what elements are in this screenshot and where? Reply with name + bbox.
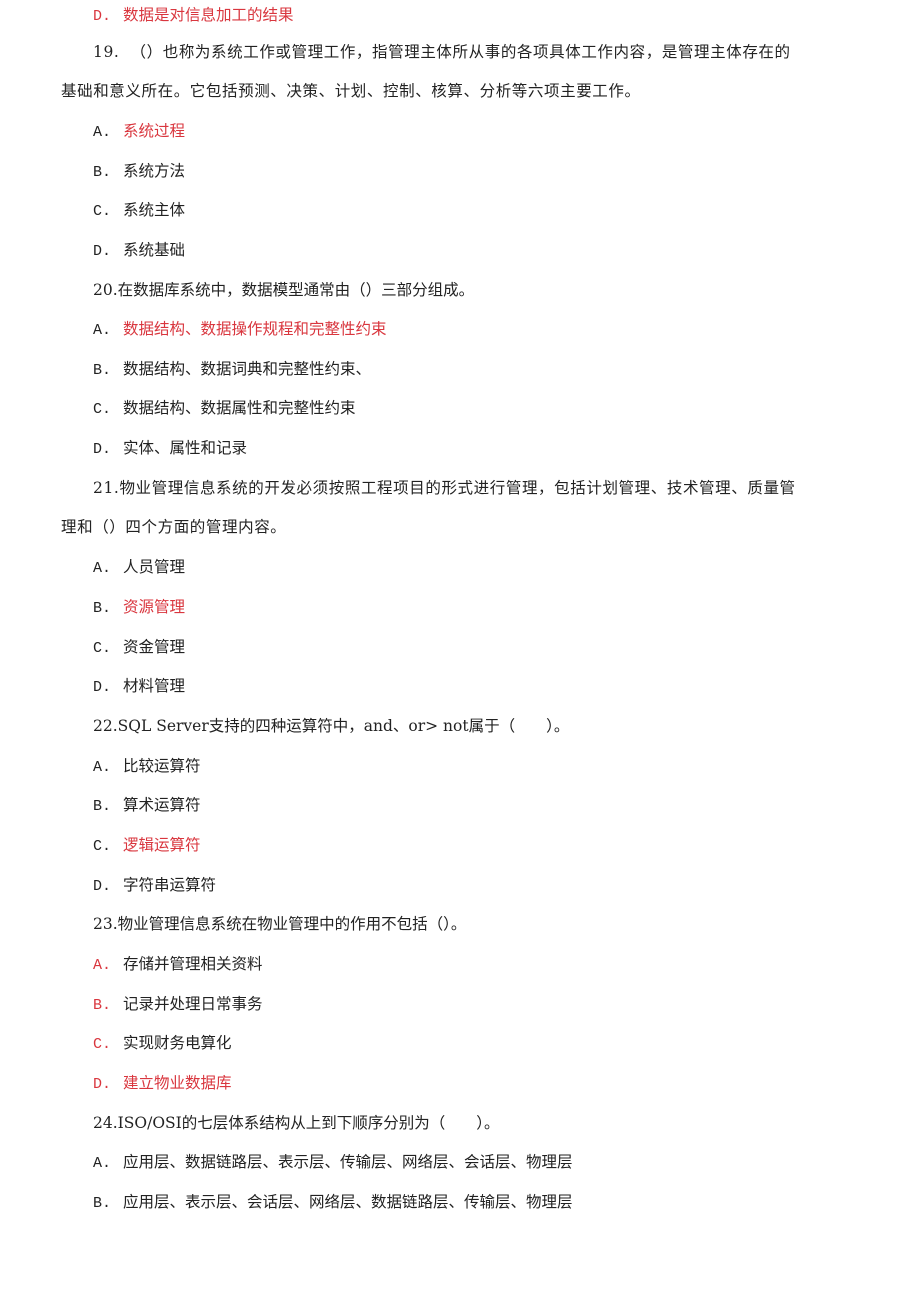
- question-21-stem-cont: 理和（）四个方面的管理内容。: [61, 518, 287, 536]
- q21-option-c: C. 资金管理: [93, 637, 185, 659]
- q20-option-a: A. 数据结构、数据操作规程和完整性约束: [93, 319, 387, 341]
- question-22-stem: 22.SQL Server支持的四种运算符中，and、or> not属于（ ）。: [93, 716, 569, 736]
- option-text: 人员管理: [123, 558, 186, 576]
- option-text: 字符串运算符: [123, 876, 217, 894]
- q20-option-d: D. 实体、属性和记录: [93, 438, 247, 460]
- option-label: A.: [93, 759, 112, 776]
- option-label: D.: [93, 679, 112, 696]
- option-label: B.: [93, 997, 112, 1014]
- option-label: D.: [93, 878, 112, 895]
- option-label: B.: [93, 1195, 112, 1212]
- option-label: C.: [93, 838, 112, 855]
- option-text: 记录并处理日常事务: [123, 995, 263, 1013]
- option-label: A.: [93, 124, 112, 141]
- q20-option-c: C. 数据结构、数据属性和完整性约束: [93, 398, 356, 420]
- q22-option-a: A. 比较运算符: [93, 756, 201, 778]
- option-label: B.: [93, 600, 112, 617]
- q21-option-b: B. 资源管理: [93, 597, 185, 619]
- option-text: 实现财务电算化: [123, 1034, 232, 1052]
- option-text: 实体、属性和记录: [123, 439, 248, 457]
- q21-option-d: D. 材料管理: [93, 676, 185, 698]
- question-number: 21.: [93, 479, 120, 497]
- q23-option-a: A. 存储并管理相关资料: [93, 954, 263, 976]
- option-text: 系统基础: [123, 241, 186, 259]
- question-19-stem: 19. （）也称为系统工作或管理工作，指管理主体所从事的各项具体工作内容，是管理…: [93, 42, 791, 62]
- q22-option-d: D. 字符串运算符: [93, 875, 216, 897]
- option-text: 系统过程: [123, 122, 186, 140]
- option-text: 应用层、表示层、会话层、网络层、数据链路层、传输层、物理层: [123, 1193, 573, 1211]
- question-number: 22.: [93, 717, 118, 735]
- q24-option-b: B. 应用层、表示层、会话层、网络层、数据链路层、传输层、物理层: [93, 1192, 573, 1214]
- option-text: 逻辑运算符: [123, 836, 201, 854]
- question-number: 23.: [93, 915, 118, 933]
- option-text: 应用层、数据链路层、表示层、传输层、网络层、会话层、物理层: [123, 1153, 573, 1171]
- question-21-stem: 21.物业管理信息系统的开发必须按照工程项目的形式进行管理，包括计划管理、技术管…: [93, 478, 796, 498]
- q19-option-c: C. 系统主体: [93, 200, 185, 222]
- question-text: 物业管理信息系统的开发必须按照工程项目的形式进行管理，包括计划管理、技术管理、质…: [119, 479, 796, 497]
- option-label: A.: [93, 322, 112, 339]
- option-label: A.: [93, 1155, 112, 1172]
- option-text: 材料管理: [123, 677, 186, 695]
- option-label: C.: [93, 640, 112, 657]
- option-label: B.: [93, 362, 112, 379]
- option-text: 数据是对信息加工的结果: [123, 6, 294, 24]
- question-text: SQL Server支持的四种运算符中，and、or> not属于（ ）。: [117, 717, 570, 735]
- option-text: 资源管理: [123, 598, 186, 616]
- option-label: B.: [93, 164, 112, 181]
- option-label: D.: [93, 8, 112, 25]
- option-label: A.: [93, 560, 112, 577]
- question-text: ISO/OSI的七层体系结构从上到下顺序分别为（ ）。: [117, 1114, 500, 1132]
- question-number: 19.: [93, 43, 120, 61]
- option-label: C.: [93, 203, 112, 220]
- option-prev-d: D. 数据是对信息加工的结果: [93, 5, 294, 27]
- q23-option-d: D. 建立物业数据库: [93, 1073, 232, 1095]
- option-text: 资金管理: [123, 638, 186, 656]
- option-label: A.: [93, 957, 112, 974]
- q23-option-b: B. 记录并处理日常事务: [93, 994, 263, 1016]
- option-label: B.: [93, 798, 112, 815]
- q20-option-b: B. 数据结构、数据词典和完整性约束、: [93, 359, 371, 381]
- option-text: 系统方法: [123, 162, 186, 180]
- option-text: 存储并管理相关资料: [123, 955, 263, 973]
- question-20-stem: 20.在数据库系统中，数据模型通常由（）三部分组成。: [93, 280, 474, 300]
- q21-option-a: A. 人员管理: [93, 557, 185, 579]
- q19-option-a: A. 系统过程: [93, 121, 185, 143]
- q19-option-d: D. 系统基础: [93, 240, 185, 262]
- question-19-stem-cont: 基础和意义所在。它包括预测、决策、计划、控制、核算、分析等六项主要工作。: [61, 82, 641, 100]
- question-text: 物业管理信息系统在物业管理中的作用不包括（）。: [117, 915, 467, 933]
- question-23-stem: 23.物业管理信息系统在物业管理中的作用不包括（）。: [93, 914, 466, 934]
- q22-option-c: C. 逻辑运算符: [93, 835, 201, 857]
- question-text: （）也称为系统工作或管理工作，指管理主体所从事的各项具体工作内容，是管理主体存在…: [130, 43, 791, 61]
- question-text: 在数据库系统中，数据模型通常由（）三部分组成。: [117, 281, 475, 299]
- q24-option-a: A. 应用层、数据链路层、表示层、传输层、网络层、会话层、物理层: [93, 1152, 573, 1174]
- q23-option-c: C. 实现财务电算化: [93, 1033, 232, 1055]
- option-text: 建立物业数据库: [123, 1074, 232, 1092]
- q19-option-b: B. 系统方法: [93, 161, 185, 183]
- option-label: D.: [93, 243, 112, 260]
- option-text: 比较运算符: [123, 757, 201, 775]
- option-label: C.: [93, 1036, 112, 1053]
- option-label: D.: [93, 441, 112, 458]
- option-text: 算术运算符: [123, 796, 201, 814]
- option-label: C.: [93, 401, 112, 418]
- question-number: 24.: [93, 1114, 118, 1132]
- option-text: 数据结构、数据操作规程和完整性约束: [123, 320, 387, 338]
- question-number: 20.: [93, 281, 118, 299]
- q22-option-b: B. 算术运算符: [93, 795, 201, 817]
- question-24-stem: 24.ISO/OSI的七层体系结构从上到下顺序分别为（ ）。: [93, 1113, 500, 1133]
- option-text: 数据结构、数据属性和完整性约束: [123, 399, 356, 417]
- option-label: D.: [93, 1076, 112, 1093]
- option-text: 系统主体: [123, 201, 186, 219]
- option-text: 数据结构、数据词典和完整性约束、: [123, 360, 372, 378]
